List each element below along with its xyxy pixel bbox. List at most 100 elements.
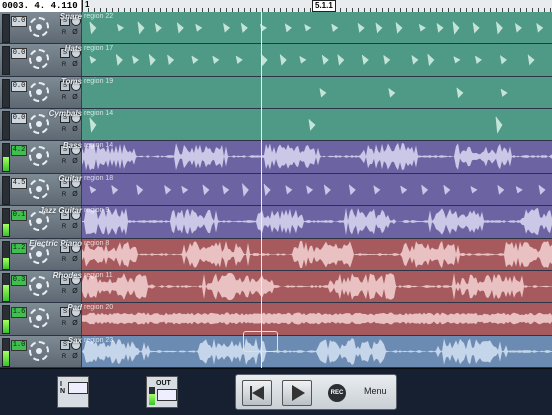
track-level-meter bbox=[2, 337, 10, 367]
track-level-meter bbox=[2, 111, 10, 141]
track-pan-knob[interactable] bbox=[29, 308, 49, 329]
waveform bbox=[82, 337, 552, 365]
track-pan-knob[interactable] bbox=[29, 178, 49, 199]
track-row[interactable]: 0.1 S R Ø Jazz Guitar region 9 bbox=[0, 206, 552, 239]
track-volume-readout[interactable]: 1.0 bbox=[11, 339, 27, 351]
track-pan-knob[interactable] bbox=[29, 146, 49, 167]
track-record-button[interactable]: R bbox=[60, 158, 68, 166]
input-monitor-button[interactable]: IN bbox=[57, 376, 89, 408]
track-phase-button[interactable]: Ø bbox=[71, 94, 79, 102]
track-pan-knob[interactable] bbox=[29, 340, 49, 361]
ruler-marker: 5.1.1 bbox=[312, 0, 336, 12]
track-name: Sax bbox=[67, 335, 82, 345]
track-name: Pad bbox=[67, 303, 82, 313]
track-record-button[interactable]: R bbox=[60, 353, 68, 361]
track-volume-readout[interactable]: 1.6 bbox=[11, 307, 27, 319]
playhead-line[interactable] bbox=[261, 12, 262, 368]
track-region[interactable]: region 23 bbox=[82, 335, 552, 367]
waveform bbox=[82, 272, 552, 300]
track-phase-button[interactable]: Ø bbox=[71, 320, 79, 328]
track-level-meter bbox=[2, 143, 10, 173]
track-row[interactable]: 0.0 S R Ø Cymbals region 14 bbox=[0, 109, 552, 142]
region-label: region 14 bbox=[84, 142, 114, 150]
track-region[interactable]: region 17 bbox=[82, 44, 552, 76]
region-label: region 18 bbox=[84, 174, 114, 182]
track-record-button[interactable]: R bbox=[60, 126, 68, 134]
track-region[interactable]: region 14 bbox=[82, 141, 552, 173]
rewind-button[interactable] bbox=[242, 380, 272, 406]
track-region[interactable]: region 14 bbox=[82, 109, 552, 141]
track-phase-button[interactable]: Ø bbox=[71, 191, 79, 199]
output-level-meter bbox=[149, 387, 155, 405]
menu-button[interactable]: Menu bbox=[364, 386, 387, 396]
track-volume-readout[interactable]: 4.2 bbox=[11, 145, 27, 157]
track-pan-knob[interactable] bbox=[29, 17, 49, 37]
region-label: region 14 bbox=[84, 110, 114, 118]
position-display[interactable]: 0003. 4. 4.110 bbox=[0, 0, 82, 12]
track-name: Snare bbox=[59, 12, 82, 21]
track-phase-button[interactable]: Ø bbox=[71, 223, 79, 231]
track-row[interactable]: 0.0 S R Ø Hats region 17 bbox=[0, 44, 552, 77]
record-button[interactable]: REC bbox=[328, 384, 346, 402]
region-label: region 9 bbox=[84, 207, 110, 215]
track-pan-knob[interactable] bbox=[29, 275, 49, 296]
track-region[interactable]: region 9 bbox=[82, 206, 552, 238]
region-label: region 11 bbox=[84, 271, 113, 279]
track-phase-button[interactable]: Ø bbox=[71, 288, 79, 296]
track-phase-button[interactable]: Ø bbox=[71, 256, 79, 264]
region-label: region 8 bbox=[84, 239, 110, 247]
track-row[interactable]: 0.3 S R Ø Rhodes region 11 bbox=[0, 270, 552, 304]
region-label: region 22 bbox=[84, 13, 114, 20]
play-button[interactable] bbox=[282, 380, 312, 406]
region-label: region 19 bbox=[84, 77, 114, 85]
track-phase-button[interactable]: Ø bbox=[71, 29, 79, 37]
track-pan-knob[interactable] bbox=[29, 114, 49, 135]
track-region[interactable]: region 11 bbox=[82, 270, 552, 303]
waveform bbox=[89, 54, 535, 67]
track-volume-readout[interactable]: 0.0 bbox=[11, 48, 27, 60]
waveform bbox=[89, 116, 503, 134]
track-name: Toms bbox=[60, 76, 82, 86]
waveform bbox=[82, 207, 552, 236]
track-volume-readout[interactable]: 0.0 bbox=[11, 16, 27, 27]
track-row[interactable]: 1.2 S R Ø Electric Piano region 8 bbox=[0, 238, 552, 271]
track-pan-knob[interactable] bbox=[29, 49, 49, 70]
ruler-marker: 1 bbox=[82, 0, 91, 10]
track-name: Guitar bbox=[58, 173, 82, 183]
track-phase-button[interactable]: Ø bbox=[71, 158, 79, 166]
track-region[interactable]: region 18 bbox=[82, 173, 552, 206]
output-monitor-button[interactable]: OUT bbox=[146, 376, 178, 408]
track-region[interactable]: region 8 bbox=[82, 238, 552, 270]
track-row[interactable]: 0.0 S R Ø Snare region 22 bbox=[0, 12, 552, 45]
track-record-button[interactable]: R bbox=[60, 29, 68, 37]
track-volume-readout[interactable]: 0.0 bbox=[11, 113, 27, 125]
track-record-button[interactable]: R bbox=[60, 320, 68, 328]
track-row[interactable]: 4.2 S R Ø Bass region 14 bbox=[0, 141, 552, 174]
track-row[interactable]: 4.5 S R Ø Guitar region 18 bbox=[0, 173, 552, 207]
track-record-button[interactable]: R bbox=[60, 288, 68, 296]
track-record-button[interactable]: R bbox=[60, 61, 68, 69]
track-phase-button[interactable]: Ø bbox=[71, 61, 79, 69]
track-phase-button[interactable]: Ø bbox=[71, 353, 79, 361]
track-volume-readout[interactable]: 4.5 bbox=[11, 177, 27, 189]
track-record-button[interactable]: R bbox=[60, 94, 68, 102]
track-row[interactable]: 0.0 S R Ø Toms region 19 bbox=[0, 76, 552, 110]
track-volume-readout[interactable]: 0.1 bbox=[11, 210, 27, 222]
track-record-button[interactable]: R bbox=[60, 223, 68, 231]
track-record-button[interactable]: R bbox=[60, 256, 68, 264]
track-volume-readout[interactable]: 0.3 bbox=[11, 274, 27, 286]
bottom-toolbar: IN OUT REC Menu bbox=[0, 368, 552, 415]
track-region[interactable]: region 19 bbox=[82, 76, 552, 109]
track-phase-button[interactable]: Ø bbox=[71, 126, 79, 134]
track-pan-knob[interactable] bbox=[29, 81, 49, 102]
track-volume-readout[interactable]: 1.2 bbox=[11, 242, 27, 254]
track-name: Rhodes bbox=[52, 270, 82, 280]
timeline-ruler[interactable]: 1 5.1.1 bbox=[82, 0, 552, 12]
track-region[interactable]: region 20 bbox=[82, 303, 552, 335]
track-record-button[interactable]: R bbox=[60, 191, 68, 199]
track-level-meter bbox=[2, 175, 10, 205]
track-volume-readout[interactable]: 0.0 bbox=[11, 80, 27, 92]
selection-box[interactable] bbox=[243, 331, 278, 352]
track-region[interactable]: region 22 bbox=[82, 12, 552, 44]
waveform bbox=[82, 143, 552, 171]
